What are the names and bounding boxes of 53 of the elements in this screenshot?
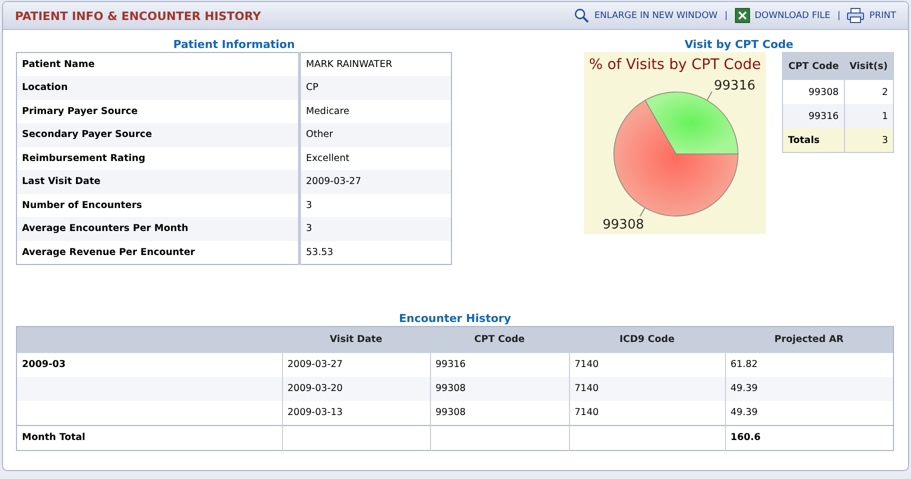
column-header: ICD9 Code [569, 326, 725, 352]
slice-label: 99308 [602, 217, 644, 232]
table-cell: 49.39 [725, 376, 894, 400]
field-value: Other [300, 123, 452, 146]
field-value: 53.53 [300, 240, 452, 264]
table-cell: 49.39 [725, 400, 894, 425]
total-label: Month Total [16, 425, 282, 450]
field-value: 2009-03-27 [300, 170, 452, 194]
field-value: CP [300, 76, 452, 100]
chart-title: % of Visits by CPT Code [589, 57, 761, 73]
table-cell: Totals [782, 128, 844, 152]
separator: | [837, 10, 840, 20]
panel-title: PATIENT INFO & ENCOUNTER HISTORY [15, 8, 262, 22]
leader-line [706, 91, 712, 101]
month-label: 2009-03 [22, 359, 66, 370]
table-cell: 2 [844, 80, 894, 104]
column-header: Projected AR [725, 326, 894, 352]
slice-label: 99316 [714, 78, 756, 94]
field-label: Average Revenue Per Encounter [16, 240, 300, 264]
table-cell: 99308 [430, 400, 569, 425]
field-value: 3 [300, 194, 452, 217]
zoom-button[interactable]: ENLARGE IN NEW WINDOW [574, 8, 718, 23]
field-label: Secondary Payer Source [16, 123, 300, 146]
field-label: Average Encounters Per Month [16, 217, 300, 240]
section-title: Visit by CPT Code [684, 38, 794, 52]
column-header: Visit(s) [844, 52, 894, 80]
table-cell: 99316 [782, 104, 844, 128]
search-icon [574, 8, 590, 23]
field-label: Location [16, 76, 300, 100]
table-cell: 7140 [569, 400, 725, 425]
spreadsheet-icon [734, 8, 750, 23]
table-cell: 2009-03-13 [282, 400, 430, 425]
printer-icon [847, 8, 864, 23]
excel-button[interactable]: DOWNLOAD FILE [734, 8, 830, 23]
table-cell: 160.6 [725, 425, 894, 450]
table-cell: 1 [844, 104, 894, 128]
section-title: Patient Information [172, 38, 296, 52]
table-cell: 99308 [430, 376, 569, 400]
print-button[interactable]: PRINT [847, 8, 896, 23]
column-header: Visit Date [282, 326, 430, 352]
column-header: CPT Code [430, 326, 569, 352]
table-cell: 2009-03-20 [282, 376, 430, 400]
field-label: Last Visit Date [16, 170, 300, 194]
separator: | [724, 10, 728, 20]
field-value: Excellent [300, 146, 452, 170]
column-header: CPT Code [782, 52, 844, 80]
field-value: MARK RAINWATER [300, 52, 452, 76]
section-title: Encounter History [398, 312, 512, 326]
field-value: 3 [300, 217, 452, 240]
field-value: Medicare [300, 100, 452, 123]
table-cell: 7140 [569, 376, 725, 400]
leader-line [640, 207, 646, 217]
table-cell: 3 [844, 128, 894, 152]
